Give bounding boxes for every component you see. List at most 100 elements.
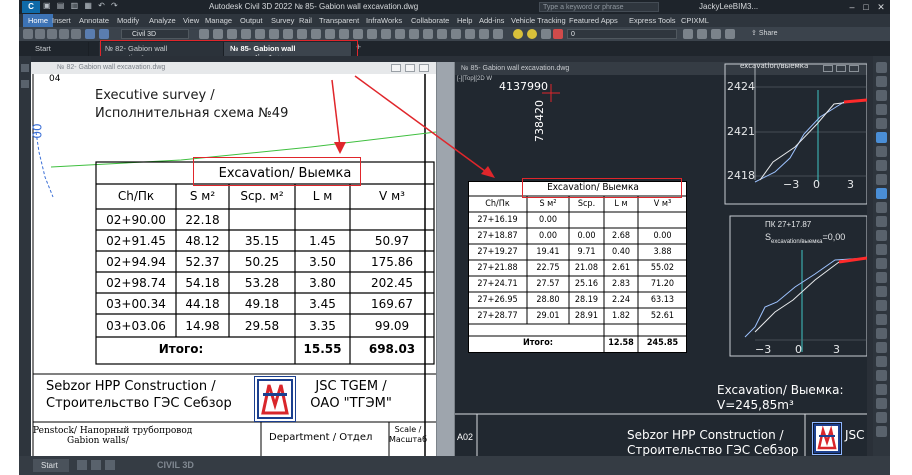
hatch-icon[interactable]	[395, 29, 405, 39]
menu-output[interactable]: Output	[240, 16, 263, 25]
workspace-select[interactable]: Civil 3D	[121, 29, 189, 39]
menu-insert[interactable]: Insert	[52, 16, 71, 25]
measure-icon[interactable]	[465, 29, 475, 39]
new-icon[interactable]	[23, 29, 33, 39]
menu-survey[interactable]: Survey	[271, 16, 294, 25]
lock-icon[interactable]	[541, 29, 551, 39]
tool-icon[interactable]	[876, 244, 887, 255]
dimension-icon[interactable]	[409, 29, 419, 39]
maximize-icon[interactable]: □	[859, 1, 873, 13]
layer-off-icon[interactable]	[683, 29, 693, 39]
undo-icon[interactable]	[85, 29, 95, 39]
layout-icon[interactable]	[105, 460, 115, 470]
tool-icon[interactable]	[876, 188, 887, 199]
block-icon[interactable]	[451, 29, 461, 39]
tool-icon[interactable]	[21, 80, 29, 88]
menu-featured-apps[interactable]: Featured Apps	[569, 16, 618, 25]
drawing-window-85[interactable]: № 85- Gabion wall excavation.dwg [-][Top…	[455, 62, 867, 458]
tool-icon[interactable]	[876, 76, 887, 87]
menu-annotate[interactable]: Annotate	[79, 16, 109, 25]
match-properties-icon[interactable]	[199, 29, 209, 39]
menu-cpixml[interactable]: CPIXML	[681, 16, 709, 25]
layer-select[interactable]: 0	[567, 29, 677, 39]
rotate-icon[interactable]	[255, 29, 265, 39]
tool-icon[interactable]	[876, 216, 887, 227]
tool-icon[interactable]	[876, 62, 887, 73]
extend-icon[interactable]	[283, 29, 293, 39]
tool-icon[interactable]	[876, 118, 887, 129]
drawing-window-82[interactable]: № 82- Gabion wall excavation.dwg 04 00 E…	[31, 62, 436, 458]
tool-icon[interactable]	[21, 64, 29, 72]
menu-collaborate[interactable]: Collaborate	[411, 16, 449, 25]
tool-icon[interactable]	[876, 314, 887, 325]
tool-icon[interactable]	[876, 328, 887, 339]
scale-icon[interactable]	[325, 29, 335, 39]
window-splitter[interactable]	[436, 62, 455, 458]
tool-icon[interactable]	[876, 230, 887, 241]
print-icon[interactable]	[71, 29, 81, 39]
menu-vehicle-tracking[interactable]: Vehicle Tracking	[511, 16, 566, 25]
menu-manage[interactable]: Manage	[205, 16, 232, 25]
layer-isolate-icon[interactable]	[697, 29, 707, 39]
tool-icon[interactable]	[876, 272, 887, 283]
quick-access-toolbar[interactable]: ▣ ▤ ▥ ▦ ↶ ↷	[43, 1, 120, 10]
tool-icon[interactable]	[876, 160, 887, 171]
menu-modify[interactable]: Modify	[117, 16, 139, 25]
tab-start[interactable]: Start	[29, 42, 89, 56]
color-icon[interactable]	[553, 29, 563, 39]
close-icon[interactable]: ✕	[874, 1, 888, 13]
tool-icon[interactable]	[876, 412, 887, 423]
tool-icon[interactable]	[876, 146, 887, 157]
trim-icon[interactable]	[269, 29, 279, 39]
light-bulb-icon[interactable]	[513, 29, 523, 39]
tool-icon[interactable]	[876, 356, 887, 367]
civil3d-logo-icon[interactable]: C	[22, 1, 40, 13]
minimize-icon[interactable]: –	[845, 1, 859, 13]
menu-rail[interactable]: Rail	[299, 16, 312, 25]
tool-icon[interactable]	[876, 132, 887, 143]
move-icon[interactable]	[227, 29, 237, 39]
layout-icon[interactable]	[91, 460, 101, 470]
save-as-icon[interactable]	[59, 29, 69, 39]
layer-freeze-icon[interactable]	[711, 29, 721, 39]
menu-infraworks[interactable]: InfraWorks	[366, 16, 402, 25]
tool-icon[interactable]	[876, 90, 887, 101]
menu-transparent[interactable]: Transparent	[319, 16, 359, 25]
layer-lock-icon[interactable]	[725, 29, 735, 39]
menu-home[interactable]: Home	[23, 14, 54, 27]
stretch-icon[interactable]	[367, 29, 377, 39]
menu-view[interactable]: View	[183, 16, 199, 25]
sun-icon[interactable]	[527, 29, 537, 39]
tool-icon[interactable]	[876, 398, 887, 409]
table-icon[interactable]	[437, 29, 447, 39]
menu-help[interactable]: Help	[457, 16, 472, 25]
tool-icon[interactable]	[876, 342, 887, 353]
start-button[interactable]: Start	[33, 459, 69, 472]
menu-express-tools[interactable]: Express Tools	[629, 16, 676, 25]
menu-add-ins[interactable]: Add-ins	[479, 16, 504, 25]
user-account[interactable]: JackyLeeBIM3...	[699, 2, 758, 11]
search-input[interactable]: Type a keyword or phrase	[539, 2, 659, 12]
layer-states-icon[interactable]	[493, 29, 503, 39]
open-icon[interactable]	[35, 29, 45, 39]
layer-icon[interactable]	[213, 29, 223, 39]
tool-icon[interactable]	[876, 370, 887, 381]
copy-icon[interactable]	[241, 29, 251, 39]
mirror-icon[interactable]	[297, 29, 307, 39]
tool-icon[interactable]	[876, 300, 887, 311]
array-icon[interactable]	[339, 29, 349, 39]
save-icon[interactable]	[47, 29, 57, 39]
menu-analyze[interactable]: Analyze	[149, 16, 176, 25]
tool-icon[interactable]	[876, 258, 887, 269]
redo-icon[interactable]	[99, 29, 109, 39]
tool-icon[interactable]	[876, 426, 887, 437]
properties-icon[interactable]	[479, 29, 489, 39]
offset-icon[interactable]	[311, 29, 321, 39]
tool-icon[interactable]	[876, 174, 887, 185]
tool-icon[interactable]	[876, 286, 887, 297]
explode-icon[interactable]	[353, 29, 363, 39]
fillet-icon[interactable]	[381, 29, 391, 39]
tool-icon[interactable]	[876, 202, 887, 213]
share-button[interactable]: ⇪ Share	[751, 29, 778, 37]
tool-icon[interactable]	[876, 384, 887, 395]
